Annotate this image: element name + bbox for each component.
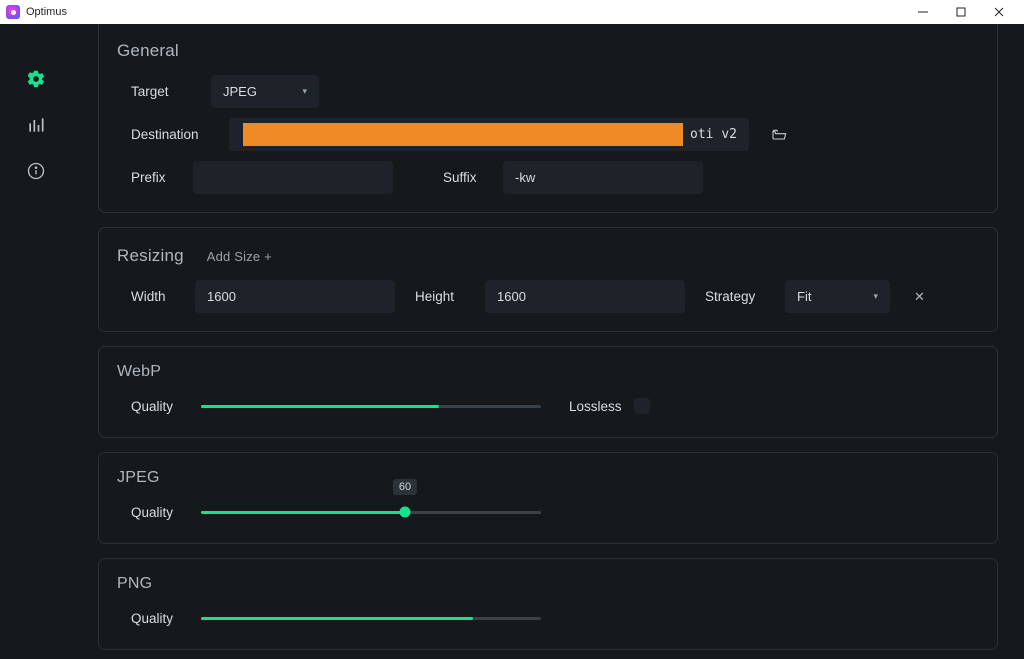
destination-visible-text: oti v2 (690, 127, 737, 142)
window-titlebar: Optimus (0, 0, 1024, 24)
panel-title-jpeg: JPEG (117, 469, 979, 487)
png-quality-slider[interactable] (201, 607, 541, 629)
bar-chart-icon (26, 115, 46, 135)
panel-title-general: General (117, 41, 979, 61)
info-icon (26, 161, 46, 181)
target-label: Target (131, 84, 191, 99)
panel-title-resizing: Resizing Add Size + (117, 246, 979, 266)
suffix-label: Suffix (443, 170, 483, 185)
sidebar (0, 24, 72, 659)
chevron-down-icon: ▾ (302, 86, 307, 97)
webp-quality-label: Quality (131, 399, 183, 414)
webp-quality-slider[interactable] (201, 395, 541, 417)
target-value: JPEG (223, 84, 257, 99)
width-input[interactable] (195, 280, 395, 313)
destination-label: Destination (131, 127, 209, 142)
strategy-label: Strategy (705, 289, 765, 304)
app-title: Optimus (26, 6, 67, 18)
destination-redacted (243, 123, 683, 146)
panel-general: General Target JPEG ▾ Destination (98, 24, 998, 213)
app-root: General Target JPEG ▾ Destination (0, 24, 1024, 659)
height-label: Height (415, 289, 465, 304)
suffix-input[interactable] (503, 161, 703, 194)
sidebar-item-stats[interactable] (25, 114, 47, 136)
panel-resizing: Resizing Add Size + Width Height Strateg… (98, 227, 998, 332)
add-size-button[interactable]: Add Size + (207, 249, 272, 264)
strategy-select[interactable]: Fit ▾ (785, 280, 890, 313)
panel-webp: WebP Quality Lossless (98, 346, 998, 438)
png-quality-label: Quality (131, 611, 183, 626)
height-input[interactable] (485, 280, 685, 313)
sidebar-item-settings[interactable] (25, 68, 47, 90)
chevron-down-icon: ▾ (873, 291, 878, 302)
sidebar-item-info[interactable] (25, 160, 47, 182)
remove-size-button[interactable]: ✕ (914, 289, 925, 305)
close-button[interactable] (980, 0, 1018, 24)
panel-title-webp: WebP (117, 363, 979, 381)
destination-input[interactable]: oti v2 (229, 118, 749, 151)
browse-folder-button[interactable] (769, 125, 789, 145)
jpeg-quality-slider[interactable]: 60 (201, 501, 541, 523)
jpeg-quality-label: Quality (131, 505, 183, 520)
main-content: General Target JPEG ▾ Destination (72, 24, 1024, 659)
jpeg-quality-tooltip: 60 (393, 479, 417, 495)
target-select[interactable]: JPEG ▾ (211, 75, 319, 108)
strategy-value: Fit (797, 289, 811, 304)
prefix-label: Prefix (131, 170, 173, 185)
panel-jpeg: JPEG Quality 60 (98, 452, 998, 544)
folder-open-icon (771, 127, 787, 143)
width-label: Width (131, 289, 175, 304)
prefix-input[interactable] (193, 161, 393, 194)
app-icon (6, 5, 20, 19)
minimize-button[interactable] (904, 0, 942, 24)
webp-lossless-checkbox[interactable] (634, 398, 650, 414)
webp-lossless-label: Lossless (569, 399, 622, 414)
resizing-title-text: Resizing (117, 246, 184, 265)
panel-title-png: PNG (117, 575, 979, 593)
gear-icon (26, 69, 46, 89)
maximize-button[interactable] (942, 0, 980, 24)
panel-png: PNG Quality (98, 558, 998, 650)
